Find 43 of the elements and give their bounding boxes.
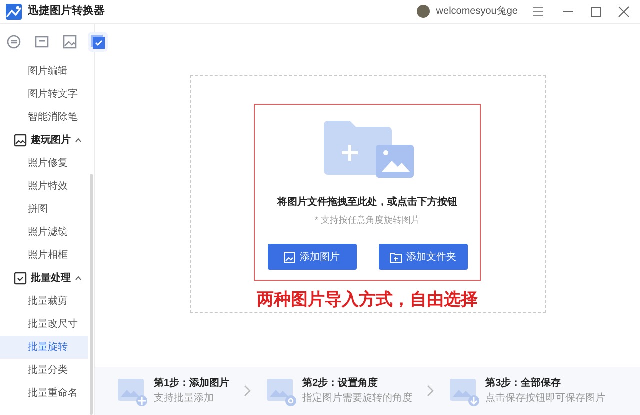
sidebar-item[interactable]: 照片修复 [0,152,88,175]
add-button[interactable]: 添加文件夹 [378,244,468,270]
sidebar-item[interactable]: 智能消除笔 [0,106,88,129]
sidebar-group[interactable]: 批量处理 [0,267,88,290]
step-title: 第2步：设置角度 [302,376,380,391]
drop-zone[interactable]: 将图片文件拖拽至此处，或点击下方按钮 * 支持按任意角度旋转图片 添加图片 添加文件夹 两种图片导入方式，自由选择 [190,75,546,313]
annotation-caption: 两种图片导入方式，自由选择 [257,288,478,310]
app-logo-icon [6,4,22,20]
username[interactable]: welcomesyou兔ge [436,4,518,19]
step-subtitle: 指定图片需要旋转的角度 [302,392,413,406]
step-title: 第1步：添加图片 [154,376,230,391]
maximize-icon[interactable] [590,6,602,18]
chevron-right-icon [426,385,435,397]
sidebar-group[interactable]: 趣玩图片 [0,129,88,152]
user-avatar[interactable] [417,5,430,18]
step-title: 第3步：全部保存 [486,376,562,391]
caret-icon [75,138,82,143]
sidebar-item[interactable]: 图片编辑 [0,60,88,83]
chevron-right-icon [244,385,252,397]
sidebar-item[interactable]: 拼图 [0,198,88,221]
sidebar-item[interactable]: 批量裁剪 [0,290,88,313]
drop-hint: * 支持按任意角度旋转图片 [315,214,420,228]
drop-instruction: 将图片文件拖拽至此处，或点击下方按钮 [278,195,458,210]
sidebar-item[interactable]: 图片转文字 [0,83,88,106]
close-icon[interactable] [618,6,630,18]
step-subtitle: 点击保存按钮即可保存图片 [486,392,606,406]
sidebar-item[interactable]: 照片滤镜 [0,221,88,244]
menu-icon[interactable] [532,6,544,18]
sidebar-item[interactable]: 照片相框 [0,244,88,267]
image-icon [284,252,295,262]
add-button[interactable]: 添加图片 [268,244,356,270]
window-title: 迅捷图片转换器 [28,4,105,20]
sidebar-item[interactable]: 批量分类 [0,359,88,382]
caret-icon [75,276,82,281]
image-icon [14,134,27,147]
sidebar-item[interactable]: 批量改尺寸 [0,313,88,336]
sidebar-item[interactable]: 批量旋转 [0,336,88,359]
step-subtitle: 支持批量添加 [154,392,215,406]
checklist-icon [14,272,27,285]
sidebar-item[interactable]: 批量重命名 [0,382,88,405]
folder-icon [390,252,402,262]
sidebar-tab[interactable] [88,32,108,52]
sidebar-item[interactable]: 照片特效 [0,175,88,198]
